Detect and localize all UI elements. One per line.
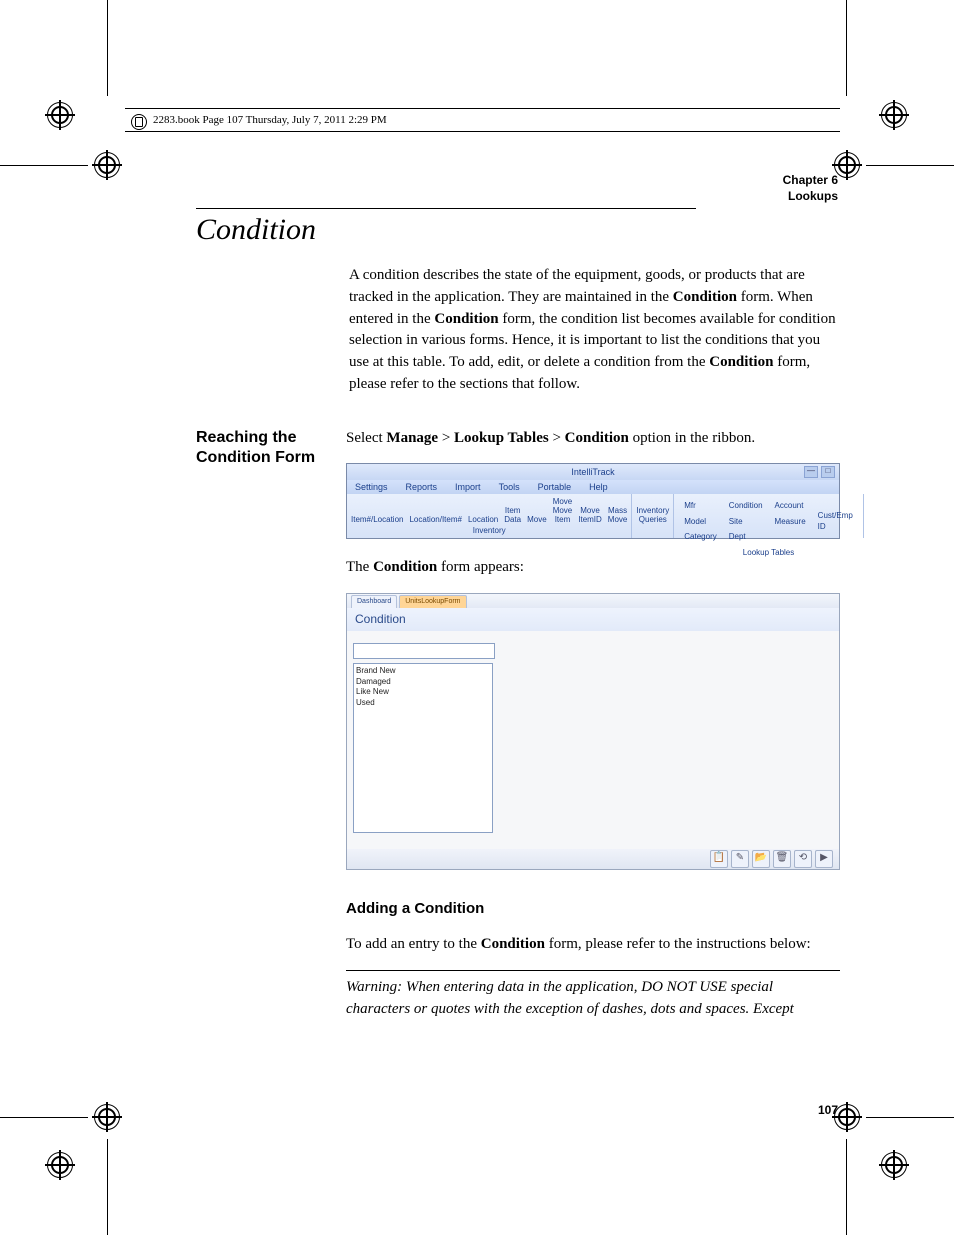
- list-item: Used: [356, 698, 490, 708]
- menu-item: Settings: [355, 481, 388, 494]
- ribbon-button: Inventory Queries: [636, 507, 669, 525]
- appears-text: The Condition form appears:: [346, 557, 840, 579]
- chapter-label: Chapter 6: [783, 172, 838, 188]
- ribbon-button: Item Data: [504, 507, 521, 525]
- menu-item: Portable: [538, 481, 572, 494]
- reach-instruction: Select Manage > Lookup Tables > Conditio…: [346, 428, 840, 450]
- lookup-link: Category: [684, 531, 716, 543]
- condition-form-screenshot: Dashboard UnitsLookupForm Condition Bran…: [346, 593, 840, 870]
- crop-mark: [92, 1102, 122, 1132]
- subheading: Adding a Condition: [346, 898, 840, 920]
- ribbon-button: Location: [468, 516, 498, 525]
- menu-item: Tools: [499, 481, 520, 494]
- crop-line: [846, 0, 847, 96]
- list-item: Damaged: [356, 677, 490, 687]
- crop-line: [846, 1139, 847, 1235]
- tab-dashboard: Dashboard: [351, 595, 397, 608]
- ribbon-strip: Item#/Location Location/Item# Location I…: [347, 494, 839, 538]
- toolbar-undo-icon: ⟲: [794, 850, 812, 868]
- list-item: Brand New: [356, 666, 490, 676]
- ribbon-screenshot: IntelliTrack — □ Settings Reports Import…: [346, 463, 840, 539]
- ribbon-group-caption: Inventory: [351, 525, 627, 537]
- tab-unitslookupform: UnitsLookupForm: [399, 595, 466, 608]
- ribbon-button: Item#/Location: [351, 516, 403, 525]
- crop-mark: [879, 1150, 909, 1180]
- crop-line: [866, 1117, 954, 1118]
- condition-input: [353, 643, 495, 659]
- crop-mark: [879, 100, 909, 130]
- lookup-link: Account: [775, 500, 806, 512]
- form-body: Brand New Damaged Like New Used: [347, 631, 839, 849]
- file-tag-text: 2283.book Page 107 Thursday, July 7, 201…: [153, 114, 387, 126]
- minimize-icon: —: [804, 466, 818, 478]
- menu-item: Help: [589, 481, 608, 494]
- lookup-link: Mfr: [684, 500, 716, 512]
- crop-mark: [92, 150, 122, 180]
- lookup-link: Model: [684, 516, 716, 528]
- toolbar-copy-icon: 📋: [710, 850, 728, 868]
- maximize-icon: □: [821, 466, 835, 478]
- file-tag-header: 2283.book Page 107 Thursday, July 7, 201…: [125, 108, 840, 132]
- list-item: Like New: [356, 687, 490, 697]
- section-title: Condition: [196, 213, 840, 247]
- page-number: 107: [818, 1103, 838, 1117]
- toolbar-delete-icon: 🗑: [773, 850, 791, 868]
- document-page: { "file_tag": "2283.book Page 107 Thursd…: [0, 0, 954, 1235]
- crop-mark: [45, 100, 75, 130]
- crop-line: [107, 1139, 108, 1235]
- section-rule: [196, 208, 696, 209]
- ribbon-button: Mass Move: [608, 507, 628, 525]
- window-titlebar: IntelliTrack — □: [347, 464, 839, 480]
- condition-listbox: Brand New Damaged Like New Used: [353, 663, 493, 833]
- form-tabs: Dashboard UnitsLookupForm: [347, 594, 839, 608]
- ribbon-button: Move: [527, 516, 547, 525]
- menu-item: Import: [455, 481, 481, 494]
- form-title: Condition: [347, 608, 839, 631]
- ribbon-button: Move Move Item: [553, 498, 573, 524]
- ribbon-group-caption: Lookup Tables: [678, 547, 859, 559]
- crop-line: [107, 0, 108, 96]
- adding-paragraph: To add an entry to the Condition form, p…: [346, 934, 840, 956]
- toolbar-next-icon: ▶: [815, 850, 833, 868]
- body-content: Condition A condition describes the stat…: [196, 208, 840, 1034]
- menu-item: Reports: [406, 481, 438, 494]
- toolbar-open-icon: 📂: [752, 850, 770, 868]
- app-title: IntelliTrack: [571, 466, 614, 479]
- lookup-link: Dept: [729, 531, 763, 543]
- crop-mark: [45, 1150, 75, 1180]
- crop-line: [0, 1117, 88, 1118]
- lookup-link: Site: [729, 516, 763, 528]
- ribbon-button: Move ItemID: [578, 507, 602, 525]
- lookup-link: Cust/Emp ID: [818, 510, 853, 533]
- side-heading: Reaching the Condition Form: [196, 428, 318, 1035]
- section-label: Lookups: [783, 188, 838, 204]
- crop-line: [0, 165, 88, 166]
- running-header: Chapter 6 Lookups: [783, 172, 838, 204]
- toolbar-edit-icon: ✎: [731, 850, 749, 868]
- ribbon-button: Location/Item#: [409, 516, 461, 525]
- crop-line: [866, 165, 954, 166]
- form-toolbar: 📋 ✎ 📂 🗑 ⟲ ▶: [347, 849, 839, 869]
- side-heading-spacer: [196, 265, 321, 410]
- menu-bar: Settings Reports Import Tools Portable H…: [347, 480, 839, 494]
- intro-paragraph: A condition describes the state of the e…: [349, 265, 840, 396]
- lookup-link: Measure: [775, 516, 806, 528]
- lookup-link: Condition: [729, 500, 763, 512]
- warning-text: Warning: When entering data in the appli…: [346, 970, 840, 1021]
